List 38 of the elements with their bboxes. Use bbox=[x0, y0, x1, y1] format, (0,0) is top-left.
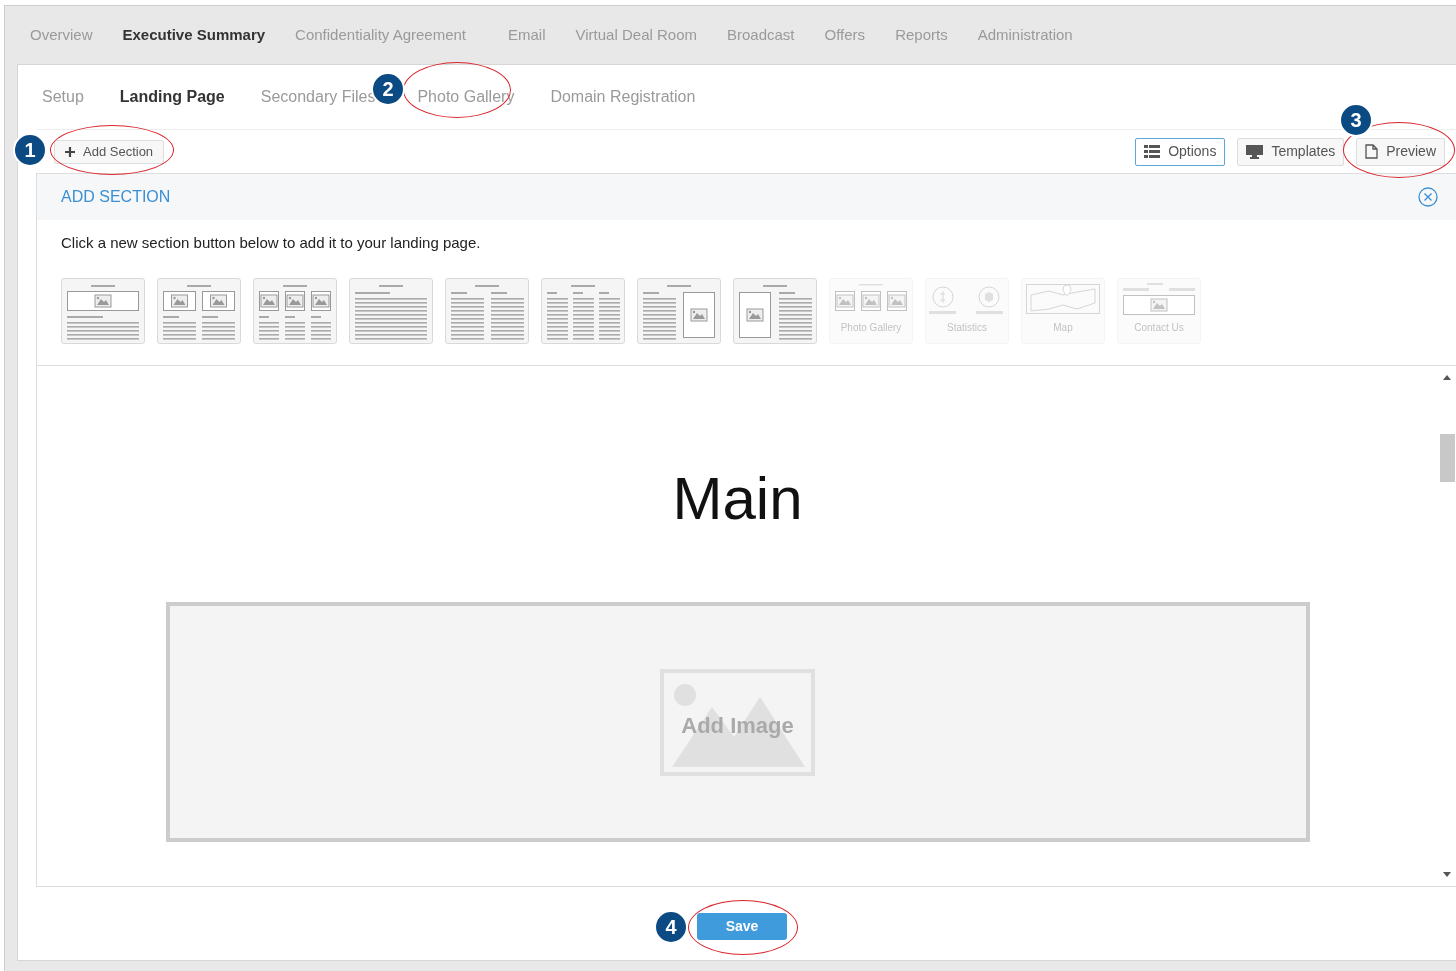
sub-tab[interactable]: Landing Page bbox=[119, 85, 225, 109]
nav-tab[interactable]: Reports bbox=[895, 23, 948, 47]
scrollbar-thumb[interactable] bbox=[1439, 434, 1455, 482]
nav-tab[interactable]: Confidentiality Agreement bbox=[295, 23, 467, 47]
scroll-down-icon[interactable] bbox=[1443, 872, 1451, 877]
panel-title: ADD SECTION bbox=[61, 187, 171, 207]
nav-tab[interactable]: Overview bbox=[30, 23, 93, 47]
sub-tab[interactable]: Setup bbox=[42, 85, 84, 109]
toolbar-button[interactable]: Options bbox=[1135, 137, 1226, 166]
section-heading: Main bbox=[672, 464, 803, 534]
nav-tab[interactable]: Offers bbox=[824, 23, 866, 47]
close-button[interactable] bbox=[1418, 187, 1438, 207]
plus-icon bbox=[65, 146, 75, 157]
sub-tab[interactable]: Domain Registration bbox=[550, 85, 696, 109]
close-icon bbox=[1418, 187, 1438, 207]
nav-tab[interactable]: Broadcast bbox=[727, 23, 795, 47]
list-icon bbox=[1144, 145, 1161, 158]
section-layout-button[interactable] bbox=[157, 277, 241, 344]
scroll-up-icon[interactable] bbox=[1443, 375, 1451, 380]
nav-tab[interactable]: Virtual Deal Room bbox=[575, 23, 697, 47]
section-layout-button[interactable] bbox=[637, 277, 721, 344]
section-layout-button[interactable] bbox=[61, 277, 145, 344]
nav-tab[interactable]: Administration bbox=[977, 23, 1073, 47]
add-section-button[interactable]: Add Section bbox=[54, 139, 165, 164]
nav-tab[interactable]: Executive Summary bbox=[122, 23, 266, 47]
section-layout-button[interactable] bbox=[733, 277, 817, 344]
section-layout-button[interactable] bbox=[253, 277, 337, 344]
toolbar-button[interactable]: Templates bbox=[1237, 137, 1345, 166]
nav-tab[interactable]: Email bbox=[508, 23, 546, 47]
section-layout-button[interactable] bbox=[349, 277, 433, 344]
instruction-text: Click a new section button below to add it to your landing page. bbox=[60, 233, 482, 253]
toolbar-button[interactable]: Preview bbox=[1356, 137, 1445, 166]
document-icon bbox=[1365, 144, 1379, 159]
image-placeholder[interactable]: Add Image bbox=[165, 602, 1310, 842]
monitor-icon bbox=[1246, 144, 1264, 159]
save-button[interactable]: Save bbox=[697, 913, 787, 940]
section-layout-button[interactable] bbox=[445, 277, 529, 344]
section-layout-button[interactable] bbox=[541, 277, 625, 344]
